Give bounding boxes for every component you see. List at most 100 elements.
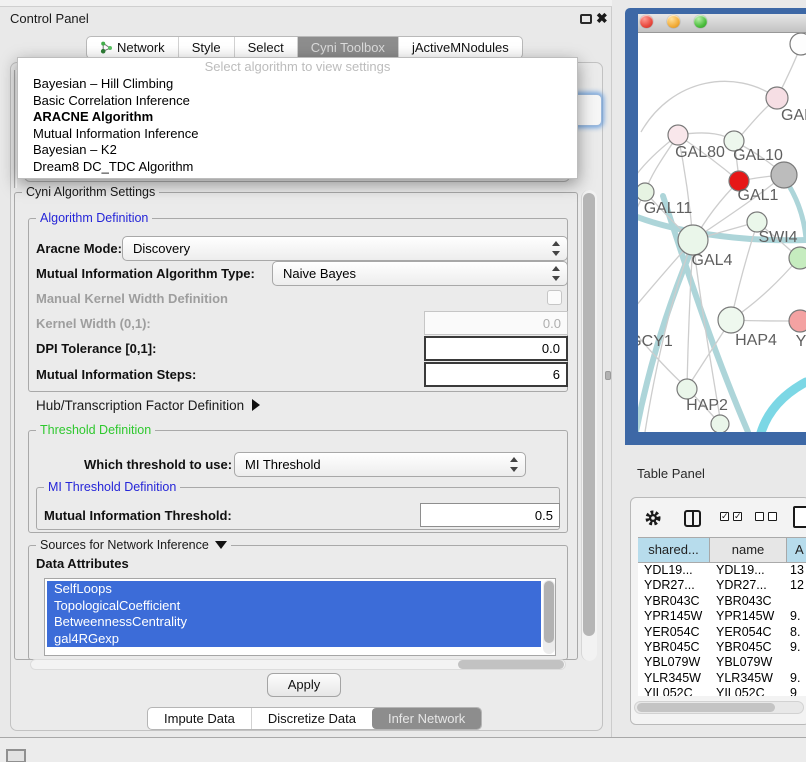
- hub-definition-expander[interactable]: Hub/Transcription Factor Definition: [36, 398, 260, 413]
- table-cell: 13: [787, 563, 806, 578]
- network-node[interactable]: [771, 162, 797, 188]
- table-row[interactable]: YIL052CYIL052C9: [638, 686, 806, 696]
- minimized-panel-icon[interactable]: [6, 749, 26, 762]
- attribute-item-topologicalcoefficient[interactable]: TopologicalCoefficient: [47, 598, 541, 615]
- network-node-hap2[interactable]: [677, 379, 697, 399]
- table-row[interactable]: YDR27...YDR27...12: [638, 578, 806, 593]
- expand-right-icon: [252, 399, 260, 411]
- dpi-tolerance-field[interactable]: [424, 336, 568, 361]
- tab-jactivemnodules[interactable]: jActiveMNodules: [398, 37, 522, 58]
- network-node[interactable]: [711, 415, 729, 432]
- node-label-gal80: GAL80: [675, 144, 725, 161]
- table-cell: YBR045C: [638, 640, 710, 655]
- table-row[interactable]: YBR043CYBR043C: [638, 594, 806, 609]
- attribute-item-gal4rgexp[interactable]: gal4RGexp: [47, 631, 541, 648]
- network-node-y[interactable]: [789, 310, 806, 332]
- attribute-item-betweennesscentrality[interactable]: BetweennessCentrality: [47, 614, 541, 631]
- network-node-gal11[interactable]: [638, 183, 654, 201]
- tab-select[interactable]: Select: [234, 37, 297, 58]
- network-icon: [100, 41, 113, 54]
- tab-infer-network[interactable]: Infer Network: [372, 708, 481, 729]
- network-node-gal4[interactable]: [678, 225, 708, 255]
- control-panel-title: Control Panel: [10, 11, 89, 26]
- network-node-hap4[interactable]: [718, 307, 744, 333]
- deselect-all-icon[interactable]: [768, 512, 777, 521]
- table-row[interactable]: YBR045CYBR045C9.: [638, 640, 806, 655]
- zoom-traffic-light[interactable]: [694, 15, 707, 28]
- attribute-item-selfloops[interactable]: SelfLoops: [47, 581, 541, 598]
- table-row[interactable]: YDL19...YDL19...13: [638, 563, 806, 578]
- network-edge[interactable]: [731, 258, 799, 320]
- select-all-icon[interactable]: ✓: [733, 512, 742, 521]
- algorithm-option-dream8-dc-tdc-algorithm[interactable]: Dream8 DC_TDC Algorithm: [18, 159, 577, 176]
- mi-threshold-group-title: MI Threshold Definition: [44, 480, 180, 494]
- mi-algorithm-type-combo[interactable]: Naive Bayes: [272, 261, 568, 286]
- close-icon[interactable]: ✖: [596, 10, 608, 27]
- algorithm-option-bayesian-k2[interactable]: Bayesian – K2: [18, 142, 577, 159]
- table-hscrollbar-thumb[interactable]: [637, 703, 775, 712]
- column-header-name[interactable]: name: [710, 538, 787, 562]
- apply-button[interactable]: Apply: [267, 673, 341, 697]
- select-all-icon[interactable]: ✓: [720, 512, 729, 521]
- deselect-all-icon[interactable]: [755, 512, 764, 521]
- tab-label: Style: [192, 40, 221, 55]
- minimize-traffic-light[interactable]: [667, 15, 680, 28]
- table-row[interactable]: YBL079WYBL079W: [638, 655, 806, 670]
- mi-steps-field[interactable]: [424, 362, 568, 387]
- control-panel-tabbar: Network Style Select Cyni ToolboxjActiveMNo…: [86, 36, 523, 59]
- table-row[interactable]: YER054CYER054C8.: [638, 625, 806, 640]
- document-icon[interactable]: [793, 506, 806, 528]
- panel-resize-grip[interactable]: [605, 371, 611, 380]
- data-attributes-list[interactable]: SelfLoopsTopologicalCoefficientBetweenne…: [44, 578, 556, 656]
- sources-group-title: Sources for Network Inference: [36, 538, 231, 552]
- network-edge[interactable]: [760, 382, 806, 432]
- column-header-a[interactable]: A: [787, 538, 806, 562]
- mi-threshold-field[interactable]: [420, 503, 560, 527]
- table-row[interactable]: YLR345WYLR345W9.: [638, 671, 806, 686]
- algorithm-option-aracne-algorithm[interactable]: ARACNE Algorithm: [18, 109, 577, 126]
- node-label-y: Y: [796, 333, 806, 350]
- which-threshold-label: Which threshold to use:: [84, 457, 232, 472]
- cyni-bottom-tabbar: Impute DataDiscretize Data Infer Network: [147, 707, 482, 730]
- network-node[interactable]: [790, 33, 806, 55]
- tab-cyni-toolbox[interactable]: Cyni Toolbox: [297, 37, 398, 58]
- aracne-mode-combo[interactable]: Discovery: [122, 236, 568, 261]
- network-canvas[interactable]: GALGAL80GAL10GAL1GAL11SWI4GAL4GCY1HAP4YH…: [638, 33, 806, 432]
- tab-discretize-data[interactable]: Discretize Data: [251, 708, 372, 729]
- network-node-gal[interactable]: [766, 87, 788, 109]
- tab-label: Select: [248, 40, 284, 55]
- aracne-mode-value: Discovery: [133, 237, 190, 260]
- mi-algorithm-type-value: Naive Bayes: [283, 262, 356, 285]
- node-label-gal: GAL: [781, 107, 806, 124]
- network-node[interactable]: [789, 247, 806, 269]
- network-edge[interactable]: [641, 81, 777, 132]
- split-columns-icon[interactable]: [684, 510, 701, 527]
- settings-scrollbar-thumb[interactable]: [583, 193, 595, 636]
- mi-algorithm-type-label: Mutual Information Algorithm Type:: [36, 266, 255, 281]
- table-row[interactable]: YPR145WYPR145W9.: [638, 609, 806, 624]
- tab-impute-data[interactable]: Impute Data: [148, 708, 251, 729]
- kernel-width-field[interactable]: [424, 311, 568, 335]
- table-cell: YER054C: [710, 625, 787, 640]
- network-window-titlebar[interactable]: [638, 14, 806, 33]
- column-header-shared[interactable]: shared...: [638, 538, 710, 562]
- tab-label: Infer Network: [388, 711, 465, 726]
- manual-kernel-width-checkbox[interactable]: [547, 290, 562, 305]
- control-panel-top-strip: [0, 0, 612, 7]
- app-screen: Control Panel ✖ Network Style Select Cyni T…: [0, 0, 806, 762]
- table-cell: YPR145W: [710, 609, 787, 624]
- settings-hscrollbar-thumb[interactable]: [458, 660, 564, 669]
- gear-icon[interactable]: [644, 509, 662, 527]
- algorithm-option-bayesian-hill-climbing[interactable]: Bayesian – Hill Climbing: [18, 76, 577, 93]
- float-window-button[interactable]: [580, 14, 592, 24]
- attributes-scrollbar-thumb[interactable]: [544, 581, 554, 643]
- tab-network[interactable]: Network: [87, 37, 178, 58]
- node-label-hap4: HAP4: [735, 332, 777, 349]
- which-threshold-combo[interactable]: MI Threshold: [234, 452, 526, 477]
- algorithm-option-basic-correlation-inference[interactable]: Basic Correlation Inference: [18, 93, 577, 110]
- tab-style[interactable]: Style: [178, 37, 234, 58]
- network-node-gal80[interactable]: [668, 125, 688, 145]
- node-label-gal11: GAL11: [644, 200, 693, 217]
- algorithm-option-mutual-information-inference[interactable]: Mutual Information Inference: [18, 126, 577, 143]
- close-traffic-light[interactable]: [640, 15, 653, 28]
